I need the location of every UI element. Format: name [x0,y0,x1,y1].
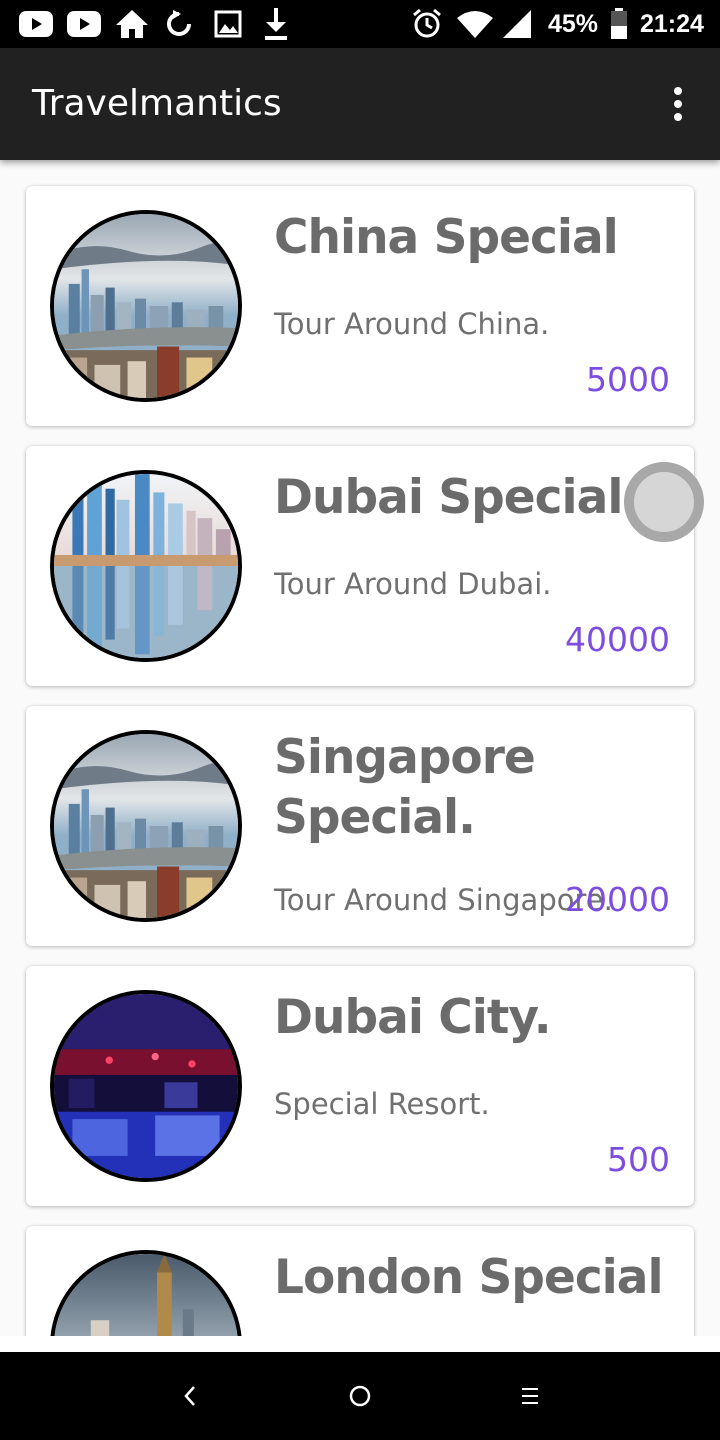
youtube-icon [18,8,54,40]
touch-ripple [624,462,704,542]
download-icon [260,8,292,40]
deal-title: Dubai City. [274,990,552,1045]
home-circle-icon[interactable] [340,1376,380,1416]
app-bar: Travelmantics [0,48,720,160]
deal-card[interactable]: Dubai City. Special Resort. 500 [26,966,694,1206]
deal-description: Tour Around Singapore. [274,883,613,917]
deal-image [50,210,242,402]
battery-icon [608,8,630,40]
deal-price: 500 [607,1140,670,1179]
back-icon[interactable] [170,1376,210,1416]
deal-price: 20000 [565,880,670,919]
deal-price: 5000 [586,360,670,399]
home-icon [114,8,150,40]
deal-description: Special Resort. [274,1087,490,1121]
app-title: Travelmantics [32,83,282,124]
image-icon [212,8,244,40]
deal-card[interactable]: London Special [26,1226,694,1336]
deal-image [50,990,242,1182]
recents-icon[interactable] [510,1376,550,1416]
deal-image [50,1250,242,1336]
status-bar: 45% 21:24 [0,0,720,48]
battery-percent: 45% [548,10,599,38]
deal-description: Tour Around China. [274,307,550,341]
deal-card[interactable]: Singapore Special. Tour Around Singapore… [26,706,694,946]
deal-title: Dubai Special [274,470,623,525]
deals-list[interactable]: China Special Tour Around China. 5000 Du… [0,160,720,1336]
deal-card[interactable]: Dubai Special Tour Around Dubai. 40000 [26,446,704,686]
deal-card[interactable]: China Special Tour Around China. 5000 [26,186,694,426]
alarm-icon [410,8,444,40]
deal-image [50,470,242,662]
deal-description: Tour Around Dubai. [274,567,552,601]
signal-icon [502,8,532,40]
navigation-bar [0,1352,720,1440]
deal-title: China Special [274,210,619,265]
deal-title: Singapore Special. [274,730,536,845]
wifi-icon [456,8,494,40]
deal-image [50,730,242,922]
deal-title: London Special [274,1250,664,1305]
more-vert-icon[interactable] [658,80,698,128]
deal-price: 40000 [565,620,670,659]
sync-icon [162,8,196,40]
youtube-icon [66,8,102,40]
clock: 21:24 [640,10,704,38]
